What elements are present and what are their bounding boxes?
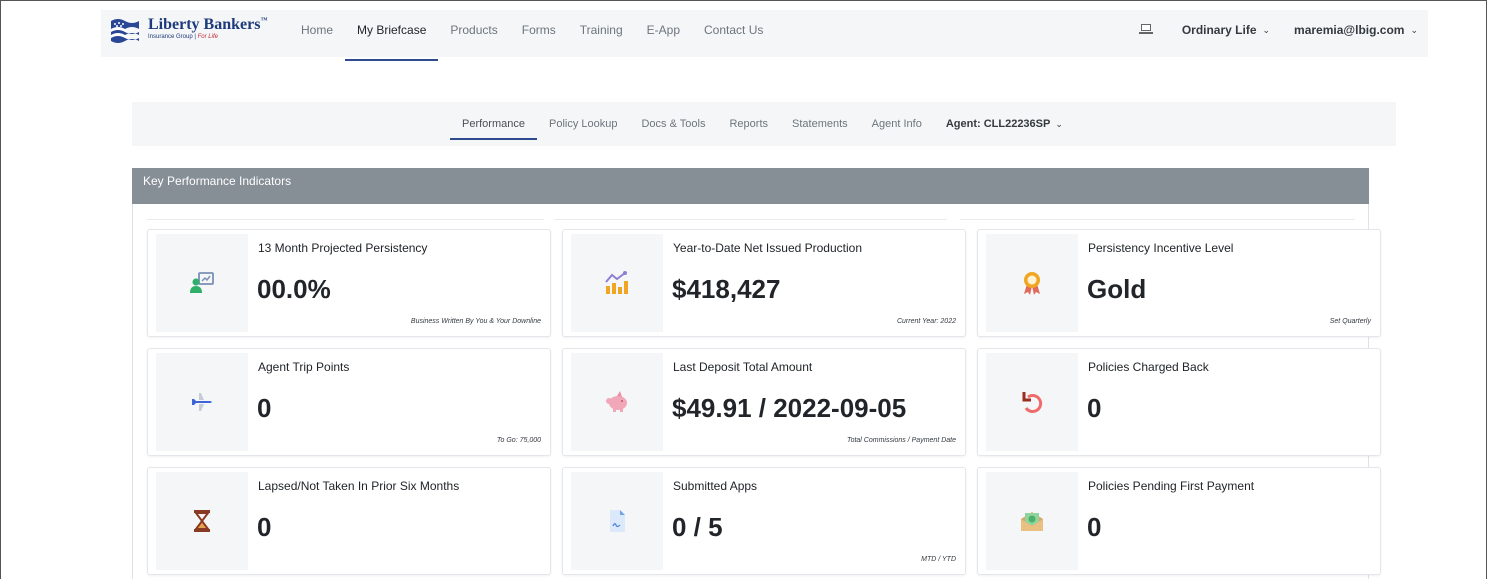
- laptop-icon[interactable]: [1138, 24, 1154, 36]
- piggy-bank-icon: [606, 391, 627, 412]
- chevron-down-icon: ⌄: [1262, 24, 1271, 35]
- chart-icon: [605, 271, 628, 294]
- kpi-note: Set Quarterly: [1329, 318, 1371, 325]
- airplane-icon: [192, 393, 212, 411]
- kpi-value: 0: [257, 393, 272, 423]
- kpi-value: 0: [1087, 512, 1102, 542]
- nav-training[interactable]: Training: [568, 10, 635, 57]
- kpi-label: Submitted Apps: [673, 479, 758, 493]
- kpi-value: Gold: [1087, 274, 1147, 304]
- nav-contact-us[interactable]: Contact Us: [692, 10, 775, 57]
- kpi-value: 0: [257, 512, 272, 542]
- presentation-icon: [190, 272, 214, 293]
- tab-statements[interactable]: Statements: [780, 102, 860, 146]
- document-icon: [610, 510, 625, 532]
- kpi-label: Agent Trip Points: [258, 360, 350, 374]
- kpi-value: $49.91 / 2022-09-05: [672, 393, 907, 423]
- kpi-card-charged-back: Policies Charged Back 0: [977, 348, 1381, 456]
- kpi-card-persistency: 13 Month Projected Persistency 00.0% Bus…: [147, 229, 551, 337]
- chevron-down-icon: ⌄: [1410, 24, 1418, 35]
- nav-forms[interactable]: Forms: [510, 10, 568, 57]
- nav-home[interactable]: Home: [289, 10, 345, 57]
- award-icon: [1024, 272, 1040, 295]
- tab-performance[interactable]: Performance: [450, 102, 537, 146]
- kpi-note: To Go: 75,000: [496, 437, 541, 444]
- kpi-note: Current Year: 2022: [896, 318, 956, 325]
- brand-name: Liberty Bankers: [148, 16, 261, 33]
- main-nav: Home My Briefcase Products Forms Trainin…: [289, 10, 775, 61]
- chevron-down-icon: ⌄: [1055, 119, 1063, 129]
- kpi-value: 0 / 5: [672, 512, 723, 542]
- kpi-label: 13 Month Projected Persistency: [258, 241, 428, 255]
- kpi-label: Lapsed/Not Taken In Prior Six Months: [258, 479, 460, 493]
- kpi-card-trip-points: Agent Trip Points 0 To Go: 75,000: [147, 348, 551, 456]
- sub-navbar: Performance Policy Lookup Docs & Tools R…: [132, 102, 1396, 146]
- top-navbar: Liberty Bankers™ Insurance Group | For L…: [101, 10, 1428, 61]
- kpi-label: Year-to-Date Net Issued Production: [673, 241, 862, 255]
- brand-tm: ™: [260, 16, 268, 24]
- kpi-value: $418,427: [672, 274, 781, 304]
- tab-docs-tools[interactable]: Docs & Tools: [629, 102, 717, 146]
- liberty-bankers-logo[interactable]: Liberty Bankers™ Insurance Group | For L…: [110, 16, 267, 47]
- kpi-label: Policies Pending First Payment: [1088, 479, 1255, 493]
- divider: [960, 219, 1355, 220]
- brand-sub: Insurance Group: [148, 34, 193, 40]
- kpi-label: Persistency Incentive Level: [1088, 241, 1234, 255]
- money-envelope-icon: [1021, 512, 1043, 531]
- kpi-card-ytd-production: Year-to-Date Net Issued Production $418,…: [562, 229, 966, 337]
- kpi-card-submitted-apps: Submitted Apps 0 / 5 MTD / YTD: [562, 467, 966, 575]
- kpi-header: Key Performance Indicators: [132, 168, 1369, 204]
- undo-icon: [1022, 392, 1043, 413]
- nav-e-app[interactable]: E-App: [635, 10, 692, 57]
- kpi-label: Policies Charged Back: [1088, 360, 1209, 374]
- brand-tagline: For Life: [197, 34, 218, 40]
- tab-reports[interactable]: Reports: [717, 102, 780, 146]
- kpi-card-last-deposit: Last Deposit Total Amount $49.91 / 2022-…: [562, 348, 966, 456]
- kpi-card-lapsed: Lapsed/Not Taken In Prior Six Months 0: [147, 467, 551, 575]
- nav-products[interactable]: Products: [438, 10, 509, 57]
- hourglass-icon: [194, 510, 210, 532]
- kpi-card-pending-first-payment: Policies Pending First Payment 0: [977, 467, 1381, 575]
- kpi-note: Business Written By You & Your Downline: [410, 318, 541, 325]
- kpi-note: MTD / YTD: [921, 556, 956, 563]
- divider: [554, 219, 947, 220]
- user-menu-dropdown[interactable]: maremia@lbig.com ⌄: [1294, 23, 1418, 37]
- kpi-card-incentive-level: Persistency Incentive Level Gold Set Qua…: [977, 229, 1381, 337]
- kpi-note: Total Commissions / Payment Date: [846, 437, 956, 444]
- divider: [147, 219, 544, 220]
- kpi-label: Last Deposit Total Amount: [673, 360, 813, 374]
- tab-agent-info[interactable]: Agent Info: [860, 102, 934, 146]
- kpi-value: 00.0%: [257, 274, 331, 304]
- nav-my-briefcase[interactable]: My Briefcase: [345, 10, 439, 61]
- flag-icon: [111, 19, 139, 43]
- line-of-business-dropdown[interactable]: Ordinary Life ⌄: [1182, 23, 1270, 37]
- tab-policy-lookup[interactable]: Policy Lookup: [537, 102, 630, 146]
- kpi-value: 0: [1087, 393, 1102, 423]
- agent-dropdown[interactable]: Agent: CLL22236SP ⌄: [934, 102, 1075, 146]
